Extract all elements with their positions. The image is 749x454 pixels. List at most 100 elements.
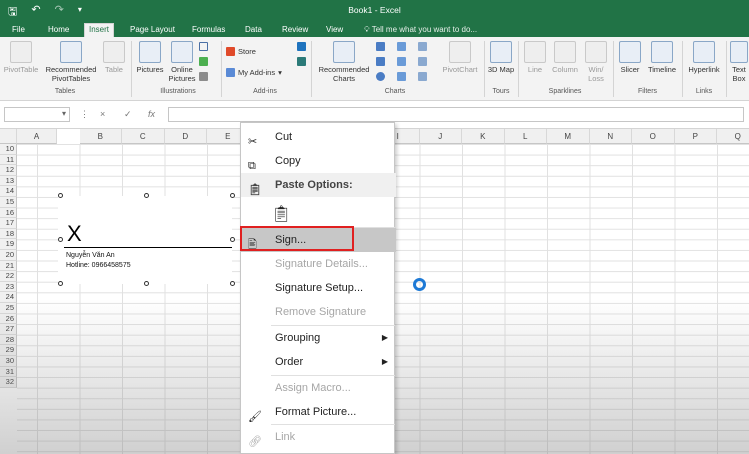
name-box[interactable]: ▾ (4, 107, 70, 122)
timeline-button[interactable]: Timeline (645, 41, 679, 74)
menu-item-signature-setup[interactable]: Signature Setup... (241, 276, 396, 300)
row-header-30[interactable]: 30 (0, 356, 17, 367)
recommended-charts-button[interactable]: Recommended Charts (314, 41, 374, 83)
column-header-n[interactable]: N (589, 129, 632, 144)
combo-chart-button[interactable] (418, 57, 427, 66)
row-header-18[interactable]: 18 (0, 228, 17, 240)
select-all-corner[interactable] (0, 129, 17, 144)
row-header-29[interactable]: 29 (0, 345, 17, 356)
sparkline-winloss-button[interactable]: Win/ Loss (583, 41, 609, 83)
menu-item-link[interactable]: 🔗︎ Link (241, 425, 396, 449)
column-header-l[interactable]: L (504, 129, 547, 144)
signature-line-object[interactable] (58, 196, 232, 284)
menu-item-format-picture[interactable]: 🖌 Format Picture... (241, 400, 396, 424)
row-header-26[interactable]: 26 (0, 313, 17, 325)
scatter-chart-button[interactable] (418, 72, 427, 81)
resize-handle[interactable] (230, 281, 235, 286)
hyperlink-button[interactable]: Hyperlink (685, 41, 723, 74)
menu-paste-option[interactable]: 📋︎ (241, 197, 396, 227)
smartart-button[interactable] (199, 57, 208, 66)
waterfall-chart-button[interactable] (418, 42, 427, 51)
row-header-11[interactable]: 11 (0, 154, 17, 166)
row-header-24[interactable]: 24 (0, 292, 17, 303)
column-header-a[interactable]: A (17, 129, 57, 144)
3d-map-button[interactable]: 3D Map (487, 41, 515, 74)
column-header-c[interactable]: C (122, 129, 165, 144)
row-header-27[interactable]: 27 (0, 324, 17, 335)
resize-handle[interactable] (230, 193, 235, 198)
resize-handle[interactable] (58, 237, 63, 242)
menu-item-order[interactable]: Order ▶ (241, 350, 396, 374)
row-header-13[interactable]: 13 (0, 175, 17, 187)
pivottable-button[interactable]: PivotTable (3, 41, 39, 74)
menu-item-cut[interactable]: ✂ Cut (241, 125, 396, 149)
tab-view[interactable]: View (322, 24, 347, 37)
column-chart-button[interactable] (376, 42, 385, 51)
menu-item-assign-macro[interactable]: Assign Macro... (241, 376, 396, 400)
row-header-16[interactable]: 16 (0, 207, 17, 219)
tell-me-box[interactable]: 💡︎ Tell me what you want to do... (364, 24, 477, 36)
menu-item-copy[interactable]: ⧉ Copy (241, 149, 396, 173)
hierarchy-chart-button[interactable] (397, 42, 406, 51)
recommended-pivottables-button[interactable]: Recommended PivotTables (42, 41, 100, 83)
enter-icon[interactable]: ✓ (124, 109, 132, 120)
row-header-25[interactable]: 25 (0, 303, 17, 314)
menu-item-remove-signature[interactable]: Remove Signature (241, 300, 396, 324)
screenshot-button[interactable] (199, 72, 208, 81)
statistic-chart-button[interactable] (397, 57, 406, 66)
table-button[interactable]: Table (102, 41, 126, 74)
resize-handle[interactable] (144, 193, 149, 198)
tab-home[interactable]: Home (44, 24, 73, 37)
row-header-14[interactable]: 14 (0, 186, 17, 197)
column-header-d[interactable]: D (164, 129, 207, 144)
column-header-b[interactable]: B (79, 129, 122, 144)
row-header-32[interactable]: 32 (0, 377, 17, 388)
line-chart-button[interactable] (376, 57, 385, 66)
insert-function-icon[interactable]: fx (148, 109, 155, 119)
tab-page-layout[interactable]: Page Layout (126, 24, 179, 37)
sparkline-column-button[interactable]: Column (549, 41, 581, 74)
pie-chart-button[interactable] (376, 72, 385, 81)
pivotchart-button[interactable]: PivotChart (440, 41, 480, 74)
column-header-p[interactable]: P (674, 129, 717, 144)
resize-handle[interactable] (58, 193, 63, 198)
sparkline-line-button[interactable]: Line (523, 41, 547, 74)
my-addins-button[interactable]: My Add-ins ▾ (226, 68, 282, 77)
bing-maps-button[interactable] (297, 42, 306, 51)
tab-file[interactable]: File (8, 24, 29, 37)
store-button[interactable]: Store (226, 47, 256, 56)
column-header-o[interactable]: O (632, 129, 675, 144)
menu-item-signature-details[interactable]: Signature Details... (241, 252, 396, 276)
row-header-23[interactable]: 23 (0, 281, 17, 293)
row-header-19[interactable]: 19 (0, 239, 17, 250)
resize-handle[interactable] (144, 281, 149, 286)
row-header-10[interactable]: 10 (0, 144, 17, 155)
row-header-28[interactable]: 28 (0, 334, 17, 346)
people-graph-button[interactable] (297, 57, 306, 66)
column-header-q[interactable]: Q (717, 129, 749, 144)
resize-handle[interactable] (230, 237, 235, 242)
menu-item-grouping[interactable]: Grouping ▶ (241, 326, 396, 350)
shapes-button[interactable] (199, 42, 208, 51)
bar-chart-button[interactable] (397, 72, 406, 81)
column-header-k[interactable]: K (462, 129, 505, 144)
column-header-j[interactable]: J (419, 129, 462, 144)
column-header-m[interactable]: M (547, 129, 590, 144)
row-header-20[interactable]: 20 (0, 250, 17, 261)
row-header-31[interactable]: 31 (0, 366, 17, 378)
row-header-12[interactable]: 12 (0, 165, 17, 176)
resize-handle[interactable] (58, 281, 63, 286)
tab-formulas[interactable]: Formulas (188, 24, 229, 37)
row-header-21[interactable]: 21 (0, 260, 17, 272)
pictures-button[interactable]: Pictures (135, 41, 165, 74)
tab-insert[interactable]: Insert (84, 23, 115, 37)
textbox-button[interactable]: Text Box (729, 41, 749, 83)
tab-data[interactable]: Data (241, 24, 266, 37)
formula-input[interactable] (168, 107, 744, 122)
row-header-17[interactable]: 17 (0, 218, 17, 229)
row-header-22[interactable]: 22 (0, 271, 17, 282)
online-pictures-button[interactable]: Online Pictures (166, 41, 198, 83)
slicer-button[interactable]: Slicer (617, 41, 643, 74)
cancel-icon[interactable]: × (100, 109, 105, 119)
chevron-down-icon[interactable]: ▾ (62, 109, 66, 118)
